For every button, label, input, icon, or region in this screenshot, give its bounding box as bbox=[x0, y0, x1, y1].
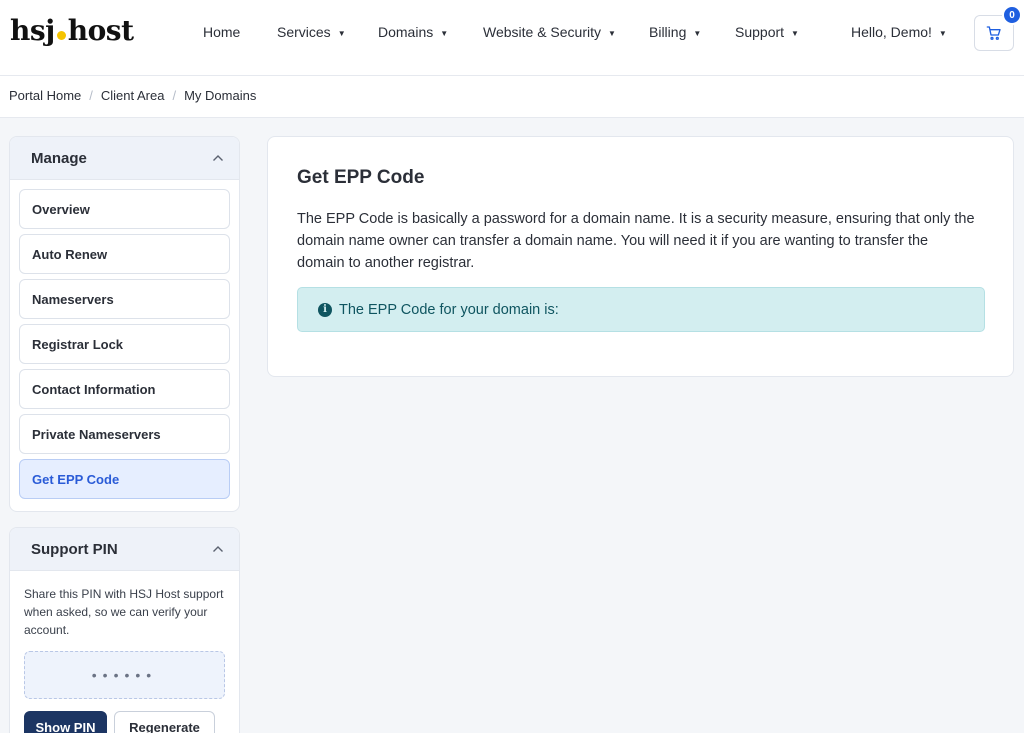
cart-icon bbox=[986, 26, 1001, 40]
nav-domains-label: Domains bbox=[378, 24, 434, 40]
support-pin-body: Share this PIN with HSJ Host support whe… bbox=[10, 571, 239, 733]
brand-logo[interactable]: hsj host bbox=[10, 14, 134, 47]
menu-item-get-epp-code[interactable]: Get EPP Code bbox=[19, 459, 230, 499]
cart-count-badge: 0 bbox=[1002, 5, 1022, 25]
caret-down-icon: ▼ bbox=[337, 29, 346, 38]
nav-account-label: Hello, Demo! bbox=[851, 24, 932, 40]
caret-down-icon: ▼ bbox=[693, 29, 702, 38]
breadcrumb: Portal Home / Client Area / My Domains bbox=[9, 88, 256, 103]
nav-website-security[interactable]: Website & Security ▼ bbox=[483, 24, 616, 40]
support-pin-value: •••••• bbox=[24, 651, 225, 699]
manage-panel-header[interactable]: Manage bbox=[10, 137, 239, 180]
regenerate-pin-button[interactable]: Regenerate bbox=[114, 711, 215, 733]
support-pin-description: Share this PIN with HSJ Host support whe… bbox=[24, 587, 224, 637]
nav-website-security-label: Website & Security bbox=[483, 24, 602, 40]
epp-code-alert-text: The EPP Code for your domain is: bbox=[339, 301, 559, 318]
caret-down-icon: ▼ bbox=[440, 29, 449, 38]
support-pin-panel: Support PIN Share this PIN with HSJ Host… bbox=[9, 527, 240, 733]
chevron-up-icon[interactable] bbox=[211, 151, 225, 165]
support-pin-panel-header[interactable]: Support PIN bbox=[10, 528, 239, 571]
info-icon: i bbox=[318, 302, 332, 317]
nav-home[interactable]: Home bbox=[203, 24, 240, 40]
menu-item-overview[interactable]: Overview bbox=[19, 189, 230, 229]
caret-down-icon: ▼ bbox=[791, 29, 799, 38]
caret-down-icon: ▼ bbox=[938, 29, 947, 38]
manage-panel-title: Manage bbox=[31, 149, 87, 167]
support-pin-actions: Show PIN Regenerate bbox=[24, 711, 225, 733]
logo-text-left: hsj bbox=[10, 14, 55, 47]
menu-item-nameservers[interactable]: Nameservers bbox=[19, 279, 230, 319]
epp-code-card: Get EPP Code The EPP Code is basically a… bbox=[267, 136, 1014, 377]
epp-description: The EPP Code is basically a password for… bbox=[297, 211, 975, 271]
breadcrumb-client-area[interactable]: Client Area bbox=[101, 88, 165, 103]
top-navbar: hsj host Home Services ▼ Domains ▼ Websit… bbox=[0, 0, 1024, 76]
page-title: Get EPP Code bbox=[297, 167, 425, 188]
breadcrumb-bar: Portal Home / Client Area / My Domains bbox=[0, 76, 1024, 118]
nav-domains[interactable]: Domains ▼ bbox=[378, 24, 448, 40]
chevron-up-icon[interactable] bbox=[211, 542, 225, 556]
nav-services[interactable]: Services ▼ bbox=[277, 24, 346, 40]
nav-support-label: Support bbox=[735, 24, 785, 40]
show-pin-button[interactable]: Show PIN bbox=[24, 711, 107, 733]
manage-panel: Manage Overview Auto Renew Nameservers R… bbox=[9, 136, 240, 512]
breadcrumb-portal-home[interactable]: Portal Home bbox=[9, 88, 81, 103]
logo-text-right: host bbox=[67, 14, 134, 47]
nav-billing-label: Billing bbox=[649, 24, 687, 40]
caret-down-icon: ▼ bbox=[608, 29, 616, 38]
menu-item-registrar-lock[interactable]: Registrar Lock bbox=[19, 324, 230, 364]
nav-services-label: Services bbox=[277, 24, 331, 40]
logo-dot bbox=[56, 31, 66, 40]
nav-support[interactable]: Support ▼ bbox=[735, 24, 799, 40]
nav-account[interactable]: Hello, Demo! ▼ bbox=[851, 24, 947, 40]
breadcrumb-separator: / bbox=[89, 88, 93, 103]
menu-item-contact-information[interactable]: Contact Information bbox=[19, 369, 230, 409]
epp-code-alert: i The EPP Code for your domain is: bbox=[297, 287, 985, 332]
breadcrumb-my-domains[interactable]: My Domains bbox=[184, 88, 256, 103]
nav-home-label: Home bbox=[203, 24, 241, 40]
support-pin-panel-title: Support PIN bbox=[31, 540, 118, 558]
nav-billing[interactable]: Billing ▼ bbox=[649, 24, 701, 40]
breadcrumb-separator: / bbox=[172, 88, 177, 103]
menu-item-private-nameservers[interactable]: Private Nameservers bbox=[19, 414, 230, 454]
menu-item-auto-renew[interactable]: Auto Renew bbox=[19, 234, 230, 274]
manage-menu: Overview Auto Renew Nameservers Registra… bbox=[10, 180, 239, 499]
